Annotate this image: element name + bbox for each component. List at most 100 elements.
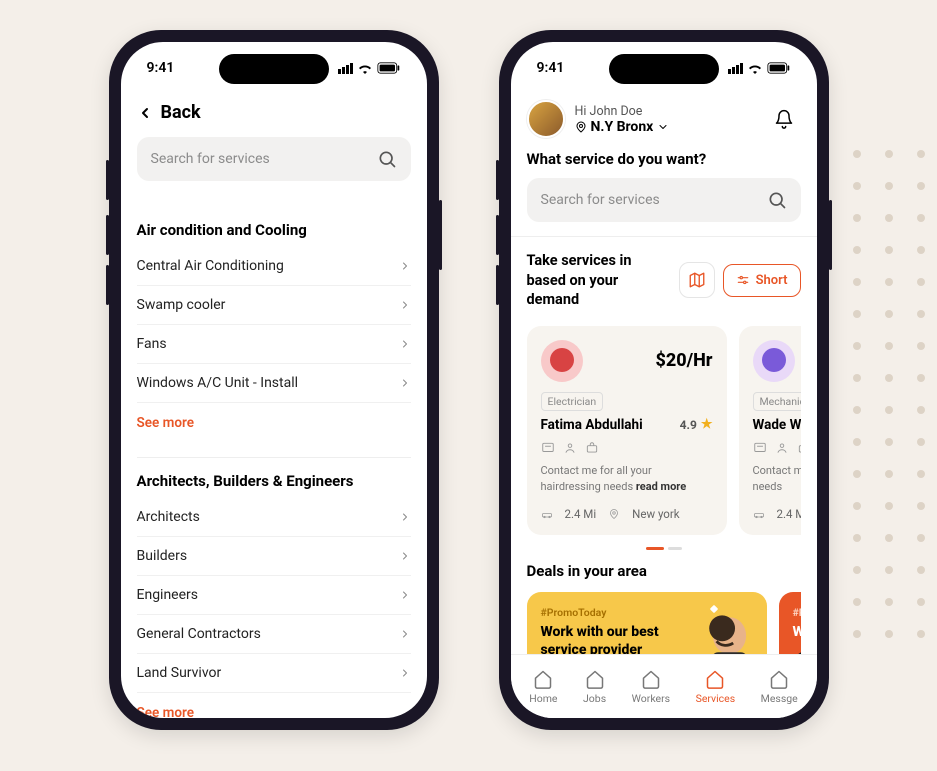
tab-services[interactable]: Services [696, 669, 736, 705]
worker-card[interactable]: $20/Hr Electrician Fatima Abdullahi 4.9 … [527, 326, 727, 535]
see-more-link[interactable]: See more [137, 403, 411, 435]
service-row[interactable]: Central Air Conditioning [137, 247, 411, 286]
deal-card[interactable]: #Pro Wo B [779, 592, 801, 654]
home-icon [533, 669, 553, 689]
search-placeholder: Search for services [541, 192, 660, 208]
chevron-right-icon [399, 377, 411, 389]
chevron-right-icon [399, 511, 411, 523]
service-label: Central Air Conditioning [137, 258, 284, 274]
phone-left: 9:41 Back Search for servic [109, 30, 439, 730]
cellular-icon [728, 63, 743, 74]
chevron-right-icon [399, 550, 411, 562]
book-button[interactable]: B [793, 651, 801, 654]
briefcase-icon [585, 441, 599, 455]
search-icon [377, 149, 397, 169]
worker-card[interactable]: Mechanic Wade Warren Contact me for all … [739, 326, 801, 535]
home-icon [769, 669, 789, 689]
deal-title: Work with our best service provider [541, 623, 691, 654]
demand-headline: Take services in based on your demand [527, 251, 671, 310]
tab-label: Messge [761, 692, 798, 705]
person-icon [563, 441, 577, 455]
see-more-link[interactable]: See more [137, 693, 411, 718]
worker-distance: 2.4 Mi [777, 507, 801, 521]
service-label: Engineers [137, 587, 199, 603]
pin-icon [608, 508, 620, 520]
service-row[interactable]: Windows A/C Unit - Install [137, 364, 411, 403]
worker-badges [541, 441, 713, 455]
service-label: General Contractors [137, 626, 261, 642]
tab-jobs[interactable]: Jobs [583, 669, 606, 705]
tab-label: Services [696, 692, 736, 705]
status-time: 9:41 [537, 60, 565, 76]
worker-badges [753, 441, 801, 455]
worker-name: Fatima Abdullahi [541, 417, 643, 433]
chevron-down-icon [657, 121, 669, 133]
service-row[interactable]: Architects [137, 498, 411, 537]
service-label: Land Survivor [137, 665, 222, 681]
service-label: Windows A/C Unit - Install [137, 375, 299, 391]
filter-short-button[interactable]: Short [723, 264, 801, 297]
worker-name: Wade Warren [753, 417, 801, 433]
battery-icon [767, 62, 791, 74]
worker-desc: Contact me for all hairdressing needs [753, 463, 801, 495]
search-input[interactable]: Search for services [137, 137, 411, 181]
chevron-right-icon [399, 299, 411, 311]
dynamic-island [219, 54, 329, 84]
worker-tag: Mechanic [753, 392, 801, 411]
deal-promo: #Pro [793, 606, 801, 619]
notifications-button[interactable] [767, 102, 801, 136]
deals-heading: Deals in your area [527, 562, 801, 580]
search-input[interactable]: Search for services [527, 178, 801, 222]
worker-city: New york [632, 507, 679, 521]
service-label: Architects [137, 509, 200, 525]
chevron-right-icon [399, 628, 411, 640]
chevron-left-icon [137, 105, 153, 121]
service-row[interactable]: Fans [137, 325, 411, 364]
tab-home[interactable]: Home [529, 669, 557, 705]
briefcase-icon [797, 441, 801, 455]
chevron-right-icon [399, 260, 411, 272]
user-avatar[interactable] [527, 100, 565, 138]
car-icon [753, 508, 765, 520]
service-label: Fans [137, 336, 167, 352]
deal-illustration [682, 608, 767, 654]
map-icon [688, 271, 706, 289]
worker-price: $20/Hr [655, 350, 712, 371]
greeting-text: Hi John Doe [575, 104, 757, 119]
service-row[interactable]: Land Survivor [137, 654, 411, 693]
worker-avatar [753, 340, 795, 382]
bottom-tab-bar: Home Jobs Workers Services Messge [511, 654, 817, 718]
cards-pager [527, 547, 801, 550]
service-row[interactable]: Builders [137, 537, 411, 576]
chevron-right-icon [399, 589, 411, 601]
tab-workers[interactable]: Workers [632, 669, 670, 705]
person-icon [775, 441, 789, 455]
service-row[interactable]: Swamp cooler [137, 286, 411, 325]
deal-card[interactable]: #PromoToday Work with our best service p… [527, 592, 767, 654]
tab-messge[interactable]: Messge [761, 669, 798, 705]
chevron-right-icon [399, 667, 411, 679]
chevron-right-icon [399, 338, 411, 350]
map-button[interactable] [679, 262, 715, 298]
bell-icon [774, 109, 794, 129]
status-time: 9:41 [147, 60, 175, 76]
worker-desc: Contact me for all your hairdressing nee… [541, 463, 713, 495]
certificate-icon [753, 441, 767, 455]
divider [511, 236, 817, 237]
read-more-link[interactable]: read more [636, 480, 686, 493]
phone-right: 9:41 Hi John Doe [499, 30, 829, 730]
home-icon [585, 669, 605, 689]
service-label: Swamp cooler [137, 297, 226, 313]
service-row[interactable]: Engineers [137, 576, 411, 615]
service-row[interactable]: General Contractors [137, 615, 411, 654]
tab-label: Jobs [583, 692, 606, 705]
deal-title: Wo [793, 623, 801, 641]
search-placeholder: Search for services [151, 151, 270, 167]
location-selector[interactable]: N.Y Bronx [575, 119, 757, 135]
headline-question: What service do you want? [527, 150, 801, 168]
back-button[interactable]: Back [137, 102, 411, 123]
tab-label: Workers [632, 692, 670, 705]
worker-rating: 4.9 ★ [680, 417, 713, 432]
section-title: Architects, Builders & Engineers [137, 472, 411, 490]
section-title: Air condition and Cooling [137, 221, 411, 239]
